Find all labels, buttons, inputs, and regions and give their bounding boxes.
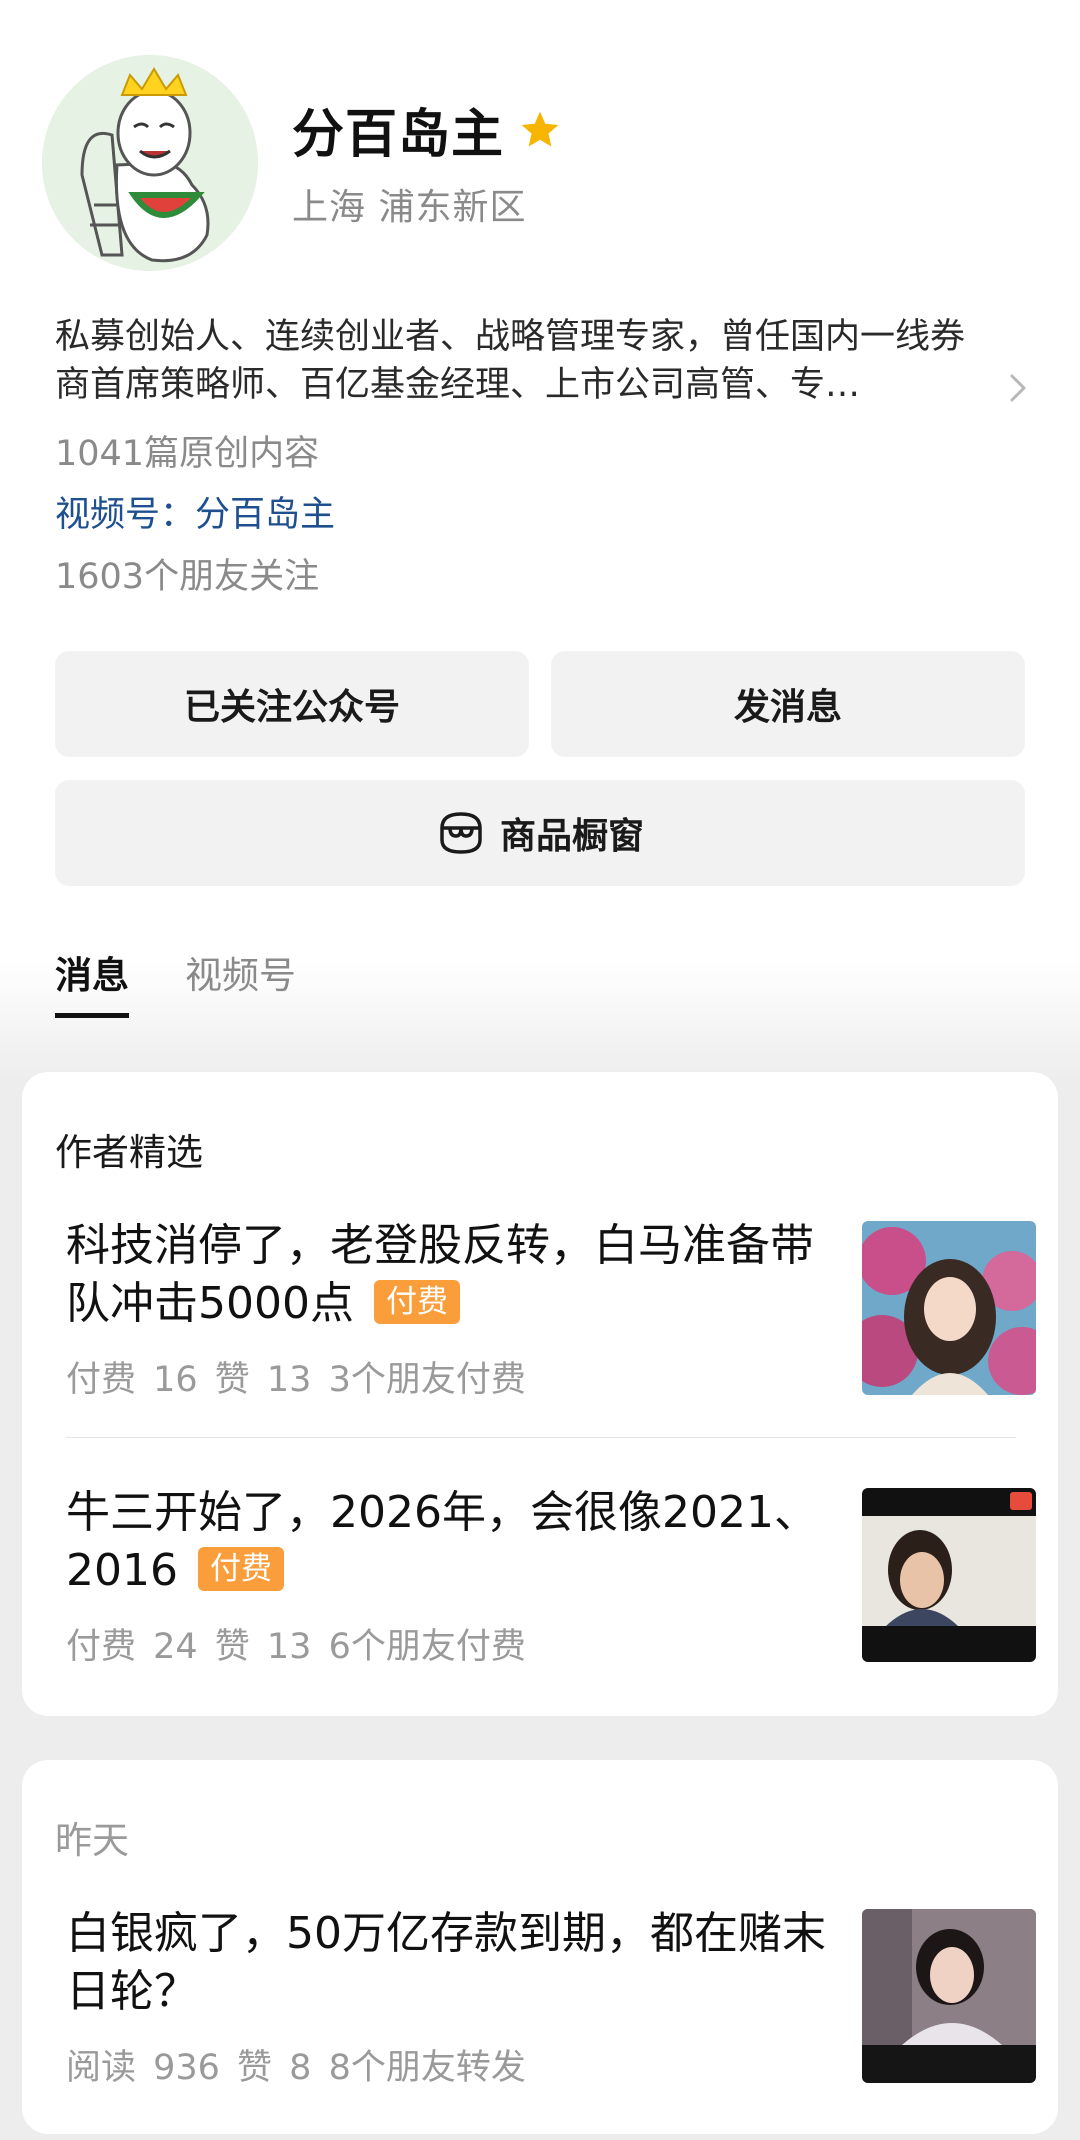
followed-account-label: 已关注公众号 [183,687,400,728]
thumbnail-image [862,1221,1036,1395]
article-title: 牛三开始了，2026年，会很像2021、2016 付费 [66,1484,836,1600]
original-content-count[interactable]: 1041篇原创内容 [55,425,319,476]
followed-account-button[interactable]: 已关注公众号 [55,651,529,757]
send-message-button[interactable]: 发消息 [551,651,1025,757]
paid-badge: 付费 [373,1280,460,1324]
profile-location: 上海 浦东新区 [292,187,527,228]
avatar-image [42,55,258,271]
article-title-text: 牛三开始了，2026年，会很像2021、2016 [66,1487,818,1596]
article-meta: 付费 24 赞 13 6个朋友付费 [66,1627,526,1667]
avatar[interactable] [42,55,258,271]
article-item[interactable]: 牛三开始了，2026年，会很像2021、2016 付费 付费 24 赞 13 6… [66,1484,1036,1674]
shop-window-label: 商品橱窗 [499,816,644,857]
channels-name: 分百岛主 [195,495,336,535]
featured-section: 作者精选 科技消停了，老登股反转，白马准备带队冲击5000点 付费 付费 16 … [22,1072,1058,1716]
recent-section: 昨天 白银疯了，50万亿存款到期，都在赌末日轮？ 阅读 936 赞 8 8个朋友… [22,1760,1058,2134]
tab-channels[interactable]: 视频号 [185,945,296,1018]
article-thumbnail [862,1221,1036,1395]
article-thumbnail [862,1488,1036,1662]
star-icon[interactable] [518,108,562,152]
friends-following-count: 1603个朋友关注 [55,557,320,597]
channels-label: 视频号： [55,495,196,535]
profile-name-row: 分百岛主 [292,92,562,167]
article-title: 白银疯了，50万亿存款到期，都在赌末日轮？ [66,1908,826,2017]
article-item[interactable]: 科技消停了，老登股反转，白马准备带队冲击5000点 付费 付费 16 赞 13 … [66,1217,1036,1407]
profile-name: 分百岛主 [292,105,505,165]
paid-badge: 付费 [197,1547,284,1591]
send-message-label: 发消息 [733,687,842,728]
chevron-right-icon[interactable] [1006,370,1030,406]
section-title: 作者精选 [55,1131,203,1174]
profile-bio[interactable]: 私募创始人、连续创业者、战略管理专家，曾任国内一线券商首席策略师、百亿基金经理、… [55,313,1015,409]
article-thumbnail [862,1909,1036,2083]
shop-icon [440,812,482,854]
shop-window-button[interactable]: 商品橱窗 [55,780,1025,886]
article-meta: 付费 16 赞 13 3个朋友付费 [66,1360,526,1400]
channels-link[interactable]: 视频号：分百岛主 [55,486,335,537]
divider [66,1437,1016,1438]
tab-bar: 消息 视频号 [55,945,352,1018]
article-item[interactable]: 白银疯了，50万亿存款到期，都在赌末日轮？ 阅读 936 赞 8 8个朋友转发 [66,1905,1036,2095]
article-meta: 阅读 936 赞 8 8个朋友转发 [66,2048,526,2088]
thumbnail-image [862,1909,1036,2083]
section-date: 昨天 [55,1819,129,1862]
thumbnail-image [862,1488,1036,1662]
article-title: 科技消停了，老登股反转，白马准备带队冲击5000点 付费 [66,1217,836,1333]
tab-messages[interactable]: 消息 [55,945,129,1018]
